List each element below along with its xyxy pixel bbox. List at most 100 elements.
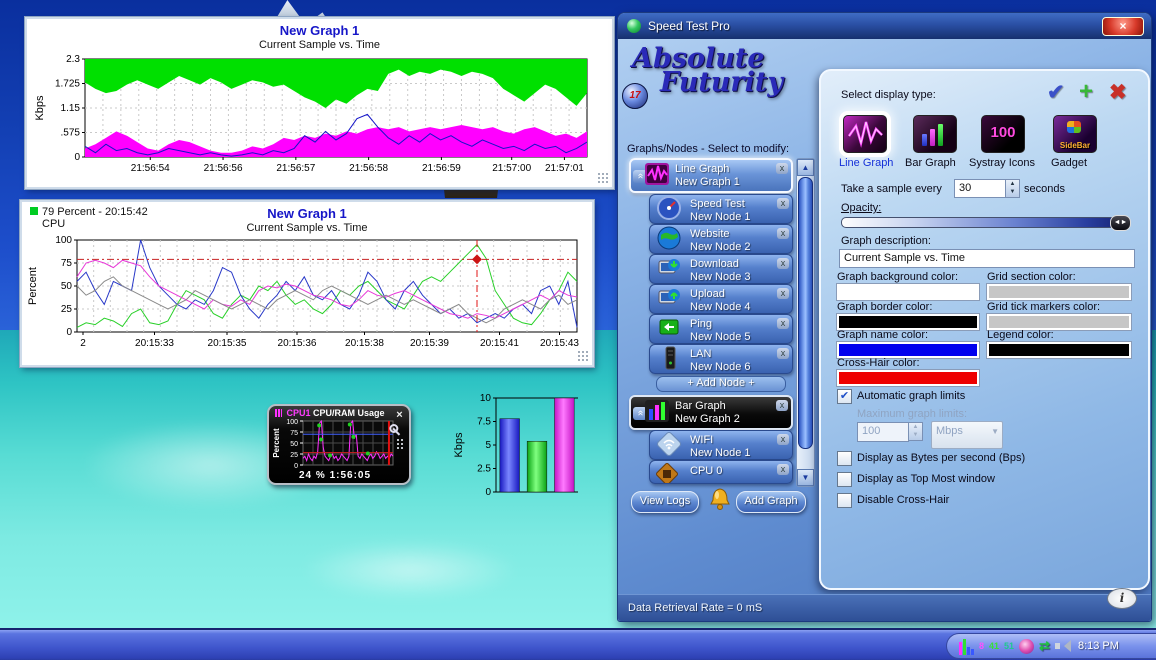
tray-swirl-icon[interactable] xyxy=(1019,639,1034,654)
graph-name-color-swatch[interactable] xyxy=(837,342,979,358)
windows-logo-icon xyxy=(1067,121,1081,133)
type-label-bar-graph[interactable]: Bar Graph xyxy=(905,157,956,169)
topmost-checkbox[interactable] xyxy=(837,472,852,487)
remove-item-button[interactable]: x xyxy=(777,348,789,359)
wrench-icon[interactable] xyxy=(392,421,406,435)
taskbar-clock[interactable]: 8:13 PM xyxy=(1078,640,1119,652)
nodes-scrollbar[interactable]: ▲ ▼ xyxy=(796,158,815,487)
scroll-down-icon[interactable]: ▼ xyxy=(797,469,814,486)
node-item-speed-test[interactable]: Speed TestNew Node 1 x xyxy=(649,194,793,224)
graph-border-color-swatch[interactable] xyxy=(837,314,979,330)
view-logs-button[interactable]: View Logs xyxy=(631,491,699,513)
unit-dropdown[interactable]: Mbps▼ xyxy=(931,421,1003,449)
sample-spinner[interactable]: ▲▼ xyxy=(1005,179,1020,198)
download-icon xyxy=(656,255,684,283)
node-item-cpu0[interactable]: CPU 0 x xyxy=(649,460,793,484)
svg-text:Percent: Percent xyxy=(272,428,281,458)
close-button[interactable]: × xyxy=(1102,17,1144,36)
mini-bars-icon xyxy=(275,409,282,417)
resize-grip-icon[interactable] xyxy=(597,172,609,184)
taskbar[interactable]: 8 41 51 ⇄ 8:13 PM xyxy=(0,628,1156,660)
volume-icon[interactable] xyxy=(1055,640,1069,652)
cpu-ram-gadget[interactable]: CPU1 CPU/RAM Usage 0255075100Percent 24 … xyxy=(267,404,411,485)
upload-icon xyxy=(656,285,684,313)
grid-tick-markers-color-swatch[interactable] xyxy=(987,314,1131,330)
add-graph-button[interactable]: Add Graph xyxy=(736,491,806,513)
drag-grip-icon[interactable] xyxy=(396,438,404,450)
node-item-ping[interactable]: PingNew Node 5 x xyxy=(649,314,793,344)
tray-number-badge[interactable]: 41 xyxy=(989,641,999,651)
node-item-download[interactable]: DownloadNew Node 3 x xyxy=(649,254,793,284)
max-limit-spinner[interactable]: ▲▼ xyxy=(908,422,923,441)
type-label-gadget[interactable]: Gadget xyxy=(1051,157,1087,169)
scroll-up-icon[interactable]: ▲ xyxy=(797,159,814,176)
remove-item-button[interactable]: x xyxy=(777,288,789,299)
kbps-bar-chart: 02.557.510Kbps xyxy=(450,390,590,512)
svg-text:2.5: 2.5 xyxy=(477,464,491,475)
svg-text:Kbps: Kbps xyxy=(34,95,46,121)
resize-grip-icon[interactable] xyxy=(577,350,589,362)
opacity-slider[interactable]: ◄► xyxy=(841,217,1130,228)
graph-border-color-label: Graph border color: xyxy=(837,301,932,313)
grid-section-color-swatch[interactable] xyxy=(987,284,1131,300)
display-type-systray-icons[interactable]: 100 xyxy=(981,115,1025,153)
add-node-button[interactable]: + Add Node + xyxy=(656,376,786,392)
graph-item-line-graph[interactable]: « Line GraphNew Graph 1 x xyxy=(629,158,793,193)
display-type-bar-graph[interactable] xyxy=(913,115,957,153)
node-item-wifi[interactable]: WIFINew Node 1 x xyxy=(649,430,793,460)
max-limit-input[interactable]: 100 xyxy=(857,422,909,442)
remove-item-button[interactable]: x xyxy=(777,318,789,329)
node-item-upload[interactable]: UploadNew Node 4 x xyxy=(649,284,793,314)
display-bps-checkbox[interactable] xyxy=(837,451,852,466)
info-icon[interactable]: i xyxy=(1107,588,1137,609)
crosshair-color-swatch[interactable] xyxy=(837,370,979,386)
remove-item-button[interactable]: x xyxy=(777,434,789,445)
svg-text:0: 0 xyxy=(485,487,491,498)
remove-item-button[interactable]: x xyxy=(777,464,789,475)
svg-text:75: 75 xyxy=(290,430,298,437)
close-icon[interactable]: × xyxy=(393,410,406,420)
remove-item-button[interactable]: x xyxy=(777,198,789,209)
cpu-chip-icon xyxy=(656,463,684,484)
tray-number-badge[interactable]: 8 xyxy=(979,641,984,651)
remove-item-button[interactable]: x xyxy=(776,400,788,411)
node-item-website[interactable]: WebsiteNew Node 2 x xyxy=(649,224,793,254)
bar-graph-tile-icon xyxy=(922,122,948,146)
scrollbar-thumb[interactable] xyxy=(798,177,813,449)
display-type-gadget[interactable]: SideBar xyxy=(1053,115,1097,153)
line-graph-window-kbps[interactable]: New Graph 1 Current Sample vs. Time 0.57… xyxy=(25,17,614,189)
svg-text:20:15:33: 20:15:33 xyxy=(135,338,174,349)
tray-number-badge[interactable]: 51 xyxy=(1004,641,1014,651)
svg-text:21:56:59: 21:56:59 xyxy=(422,163,461,174)
bell-icon[interactable] xyxy=(708,486,732,512)
apply-check-icon[interactable]: ✔ xyxy=(1047,83,1065,103)
tray-sync-arrows-icon[interactable]: ⇄ xyxy=(1039,638,1050,654)
svg-text:10: 10 xyxy=(480,393,492,404)
remove-item-button[interactable]: x xyxy=(777,258,789,269)
type-label-line-graph[interactable]: Line Graph xyxy=(839,157,893,169)
sample-interval-input[interactable]: 30 xyxy=(954,179,1006,198)
description-input[interactable]: Current Sample vs. Time xyxy=(839,249,1135,268)
app-status-bar: Data Retrieval Rate = 0 mS xyxy=(618,594,1151,621)
system-tray: 8 41 51 ⇄ 8:13 PM xyxy=(946,633,1156,659)
disable-crosshair-checkbox[interactable] xyxy=(837,493,852,508)
node-item-lan[interactable]: LANNew Node 6 x xyxy=(649,344,793,374)
legend-color-swatch[interactable] xyxy=(987,342,1131,358)
add-plus-icon[interactable]: + xyxy=(1079,82,1093,102)
type-label-systray[interactable]: Systray Icons xyxy=(969,157,1035,169)
opacity-slider-handle[interactable]: ◄► xyxy=(1110,215,1131,231)
graph-item-bar-graph[interactable]: « Bar GraphNew Graph 2 x xyxy=(629,395,793,430)
chevron-down-icon: ▼ xyxy=(991,427,999,436)
tray-mini-graph-icon[interactable] xyxy=(959,637,974,655)
title-bar[interactable]: Speed Test Pro × xyxy=(618,13,1151,39)
graph-background-color-swatch[interactable] xyxy=(837,284,979,300)
graph-name-color-label: Graph name color: xyxy=(837,329,928,341)
line-graph-window-percent[interactable]: 79 Percent - 20:15:42 CPU New Graph 1 Cu… xyxy=(20,200,594,367)
remove-item-button[interactable]: x xyxy=(776,163,788,174)
display-type-line-graph[interactable] xyxy=(843,115,887,153)
gadget-status: 24 % 1:56:05 xyxy=(299,470,371,481)
automatic-graph-limits-checkbox[interactable]: ✔ xyxy=(837,389,852,404)
remove-item-button[interactable]: x xyxy=(777,228,789,239)
opacity-label: Opacity: xyxy=(841,202,881,214)
delete-x-icon[interactable]: ✖ xyxy=(1109,83,1127,103)
